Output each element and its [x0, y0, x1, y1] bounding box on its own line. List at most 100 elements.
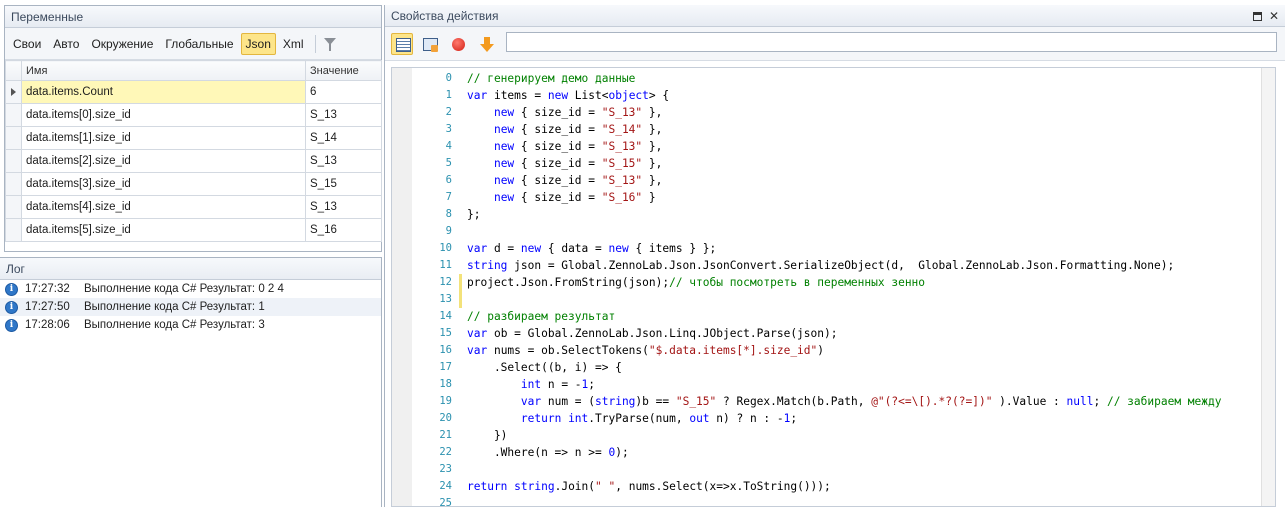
code-view-icon[interactable] — [419, 33, 441, 55]
editor-margin — [392, 68, 412, 506]
action-properties-panel: Свойства действия ✕ 0 // генерируем демо … — [384, 5, 1285, 507]
code-text: new { size_id = "S_15" }, — [493, 157, 663, 170]
stop-icon[interactable] — [447, 33, 469, 55]
filter-icon[interactable] — [322, 36, 338, 52]
row-header[interactable] — [5, 172, 22, 196]
vertical-scrollbar[interactable] — [1261, 68, 1275, 506]
line-number: 7 — [445, 191, 452, 203]
line-number: 4 — [445, 140, 452, 152]
row-header[interactable] — [5, 126, 22, 150]
log-message: Выполнение кода C# Результат: 1 — [84, 301, 265, 313]
line-number: 2 — [445, 106, 452, 118]
line-number: 20 — [439, 412, 452, 424]
code-text: }; — [467, 208, 481, 221]
line-number: 10 — [439, 242, 452, 254]
variable-value[interactable]: 6 — [305, 80, 382, 104]
info-icon: i — [5, 282, 18, 296]
table-row[interactable]: data.items[0].size_id S_13 — [5, 103, 382, 127]
tab-global[interactable]: Глобальные — [160, 33, 238, 55]
row-header[interactable] — [5, 80, 22, 104]
code-text: var ob = Global.ZennoLab.Json.Linq.JObje… — [467, 327, 838, 340]
line-number: 17 — [439, 361, 452, 373]
table-row[interactable]: data.items[3].size_id S_15 — [5, 172, 382, 196]
properties-title-text: Свойства действия — [391, 9, 499, 23]
code-text: new { size_id = "S_16" } — [493, 191, 656, 204]
table-row[interactable]: data.items[4].size_id S_13 — [5, 195, 382, 219]
tab-xml[interactable]: Xml — [278, 33, 309, 55]
line-number: 24 — [439, 480, 452, 492]
variable-name[interactable]: data.items[3].size_id — [21, 172, 306, 196]
variable-name[interactable]: data.items[2].size_id — [21, 149, 306, 173]
line-number: 23 — [439, 463, 452, 475]
code-text: new { size_id = "S_14" }, — [493, 123, 663, 136]
variable-name[interactable]: data.items[4].size_id — [21, 195, 306, 219]
variable-value[interactable]: S_13 — [305, 103, 382, 127]
log-entry[interactable]: i 17:28:06 Выполнение кода C# Результат: 3 — [0, 316, 381, 334]
log-panel: Лог i 17:27:32 Выполнение кода C# Результа… — [0, 257, 382, 507]
log-message: Выполнение кода C# Результат: 3 — [84, 319, 265, 331]
table-row[interactable]: data.items[5].size_id S_16 — [5, 218, 382, 242]
line-number: 1 — [445, 89, 452, 101]
form-view-icon[interactable] — [391, 32, 413, 55]
column-header-name[interactable]: Имя — [21, 60, 306, 81]
row-header[interactable] — [5, 149, 22, 173]
variable-value[interactable]: S_14 — [305, 126, 382, 150]
line-number: 6 — [445, 174, 452, 186]
log-time: 17:28:06 — [25, 319, 70, 331]
action-search-input[interactable] — [506, 32, 1277, 52]
close-icon[interactable]: ✕ — [1269, 10, 1279, 22]
variable-name[interactable]: data.items[5].size_id — [21, 218, 306, 242]
row-header[interactable] — [5, 195, 22, 219]
tab-own[interactable]: Свои — [8, 33, 46, 55]
variable-name[interactable]: data.items[0].size_id — [21, 103, 306, 127]
line-number: 25 — [439, 497, 452, 507]
line-number: 16 — [439, 344, 452, 356]
line-number: 11 — [439, 259, 452, 271]
download-arrow-icon[interactable] — [475, 33, 497, 55]
table-header-gutter — [5, 60, 22, 81]
row-header[interactable] — [5, 218, 22, 242]
code-text: int n = -1; — [520, 378, 596, 391]
code-text: var d = new { data = new { items } }; — [467, 242, 717, 255]
variable-name[interactable]: data.items.Count — [21, 80, 306, 104]
properties-panel-title: Свойства действия ✕ — [385, 5, 1285, 27]
code-text: var items = new List<object> { — [467, 89, 670, 102]
code-text: return int.TryParse(num, out n) ? n : -1… — [520, 412, 798, 425]
code-editor[interactable]: 0 // генерируем демо данные 1 var items = n… — [391, 67, 1276, 507]
line-number: 8 — [445, 208, 452, 220]
code-text: var num = (string)b == "S_15" ? Regex.Ma… — [520, 395, 1222, 408]
log-entry[interactable]: i 17:27:50 Выполнение кода C# Результат: 1 — [0, 298, 381, 316]
table-row[interactable]: data.items[1].size_id S_14 — [5, 126, 382, 150]
code-text: new { size_id = "S_13" }, — [493, 140, 663, 153]
code-text: .Select((b, i) => { — [467, 361, 622, 374]
code-text: // генерируем демо данные — [467, 72, 636, 85]
tab-auto[interactable]: Авто — [48, 33, 84, 55]
variables-panel: Переменные Свои Авто Окружение Глобальны… — [4, 5, 382, 252]
variable-value[interactable]: S_13 — [305, 149, 382, 173]
line-number: 18 — [439, 378, 452, 390]
line-number: 14 — [439, 310, 452, 322]
variable-value[interactable]: S_15 — [305, 172, 382, 196]
code-text: new { size_id = "S_13" }, — [493, 106, 663, 119]
column-header-value[interactable]: Значение — [305, 60, 382, 81]
variable-value[interactable]: S_16 — [305, 218, 382, 242]
code-text: new { size_id = "S_13" }, — [493, 174, 663, 187]
info-icon: i — [5, 318, 18, 332]
log-message: Выполнение кода C# Результат: 0 2 4 — [84, 283, 284, 295]
tab-json[interactable]: Json — [240, 32, 276, 55]
tab-environment[interactable]: Окружение — [86, 33, 158, 55]
restore-icon[interactable] — [1252, 11, 1262, 21]
log-panel-title: Лог — [0, 258, 381, 280]
table-row[interactable]: data.items[2].size_id S_13 — [5, 149, 382, 173]
line-number: 19 — [439, 395, 452, 407]
variables-tabs: Свои Авто Окружение Глобальные Json Xml — [5, 28, 381, 60]
code-text: // разбираем результат — [467, 310, 616, 323]
info-icon: i — [5, 300, 18, 314]
log-entry[interactable]: i 17:27:32 Выполнение кода C# Результат: 0… — [0, 280, 381, 298]
row-header[interactable] — [5, 103, 22, 127]
log-list: i 17:27:32 Выполнение кода C# Результат: 0… — [0, 280, 381, 334]
line-number: 3 — [445, 123, 452, 135]
table-row[interactable]: data.items.Count 6 — [5, 80, 382, 104]
variable-name[interactable]: data.items[1].size_id — [21, 126, 306, 150]
variable-value[interactable]: S_13 — [305, 195, 382, 219]
